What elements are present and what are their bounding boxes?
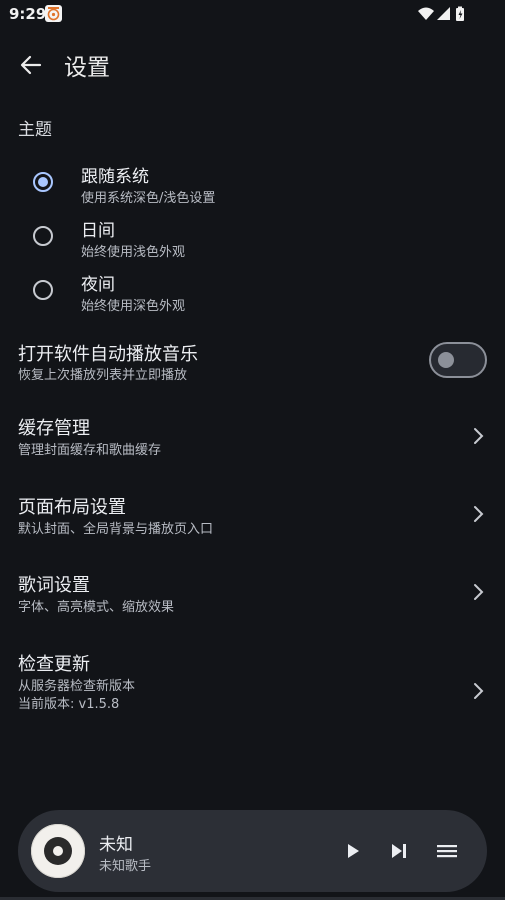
item-title: 检查更新 xyxy=(18,654,90,675)
theme-option-light[interactable]: 日间 始终使用浅色外观 xyxy=(0,214,505,266)
page-layout-settings-item[interactable]: 页面布局设置 默认封面、全局背景与播放页入口 xyxy=(0,489,505,541)
chevron-right-icon xyxy=(474,428,484,444)
queue-menu-icon xyxy=(437,845,457,858)
autoplay-title: 打开软件自动播放音乐 xyxy=(18,344,198,365)
queue-menu-button[interactable] xyxy=(433,837,461,865)
radio-button[interactable] xyxy=(33,226,53,246)
app-bar: 设置 xyxy=(0,40,505,88)
item-title: 页面布局设置 xyxy=(18,497,126,518)
item-subtitle: 默认封面、全局背景与播放页入口 xyxy=(18,522,214,537)
mini-player[interactable]: 未知 未知歌手 xyxy=(18,810,487,892)
battery-icon xyxy=(456,6,464,21)
option-subtitle: 始终使用深色外观 xyxy=(81,299,186,314)
lyrics-settings-item[interactable]: 歌词设置 字体、高亮模式、缩放效果 xyxy=(0,567,505,619)
song-title: 未知 xyxy=(99,835,133,855)
option-title: 跟随系统 xyxy=(81,167,149,187)
play-icon xyxy=(348,844,359,858)
arrow-left-icon xyxy=(20,55,42,75)
theme-section-label: 主题 xyxy=(18,120,52,140)
page-title: 设置 xyxy=(64,55,110,81)
back-button[interactable] xyxy=(12,46,50,84)
option-title: 日间 xyxy=(81,221,115,241)
chevron-right-icon xyxy=(474,683,484,699)
theme-option-dark[interactable]: 夜间 始终使用深色外观 xyxy=(0,268,505,320)
version-label: 当前版本: v1.5.8 xyxy=(18,697,120,712)
signal-icon xyxy=(437,7,450,20)
option-title: 夜间 xyxy=(81,275,115,295)
skip-next-button[interactable] xyxy=(385,837,413,865)
chevron-right-icon xyxy=(474,506,484,522)
theme-option-system[interactable]: 跟随系统 使用系统深色/浅色设置 xyxy=(0,160,505,212)
play-button[interactable] xyxy=(339,837,367,865)
wifi-icon xyxy=(418,7,434,20)
skip-next-icon xyxy=(392,844,406,858)
vinyl-disc-icon xyxy=(44,837,72,865)
toggle-knob xyxy=(438,352,454,368)
chevron-right-icon xyxy=(474,584,484,600)
item-subtitle: 从服务器检查新版本 xyxy=(18,679,136,694)
radio-button-selected[interactable] xyxy=(33,172,53,192)
status-icons xyxy=(417,5,475,23)
check-update-item[interactable]: 检查更新 从服务器检查新版本 当前版本: v1.5.8 xyxy=(0,646,505,716)
app-notification-icon xyxy=(45,5,62,22)
radio-button[interactable] xyxy=(33,280,53,300)
cache-management-item[interactable]: 缓存管理 管理封面缓存和歌曲缓存 xyxy=(0,410,505,462)
item-title: 歌词设置 xyxy=(18,575,90,596)
item-subtitle: 管理封面缓存和歌曲缓存 xyxy=(18,443,162,458)
item-title: 缓存管理 xyxy=(18,418,90,439)
album-art[interactable] xyxy=(31,824,85,878)
option-subtitle: 使用系统深色/浅色设置 xyxy=(81,191,216,206)
status-time: 9:29 xyxy=(9,5,47,23)
song-artist: 未知歌手 xyxy=(99,859,152,874)
autoplay-toggle-switch[interactable] xyxy=(429,342,487,378)
item-subtitle: 字体、高亮模式、缩放效果 xyxy=(18,600,175,615)
option-subtitle: 始终使用浅色外观 xyxy=(81,245,186,260)
status-bar: 9:29 xyxy=(0,0,505,28)
autoplay-subtitle: 恢复上次播放列表并立即播放 xyxy=(18,368,188,383)
